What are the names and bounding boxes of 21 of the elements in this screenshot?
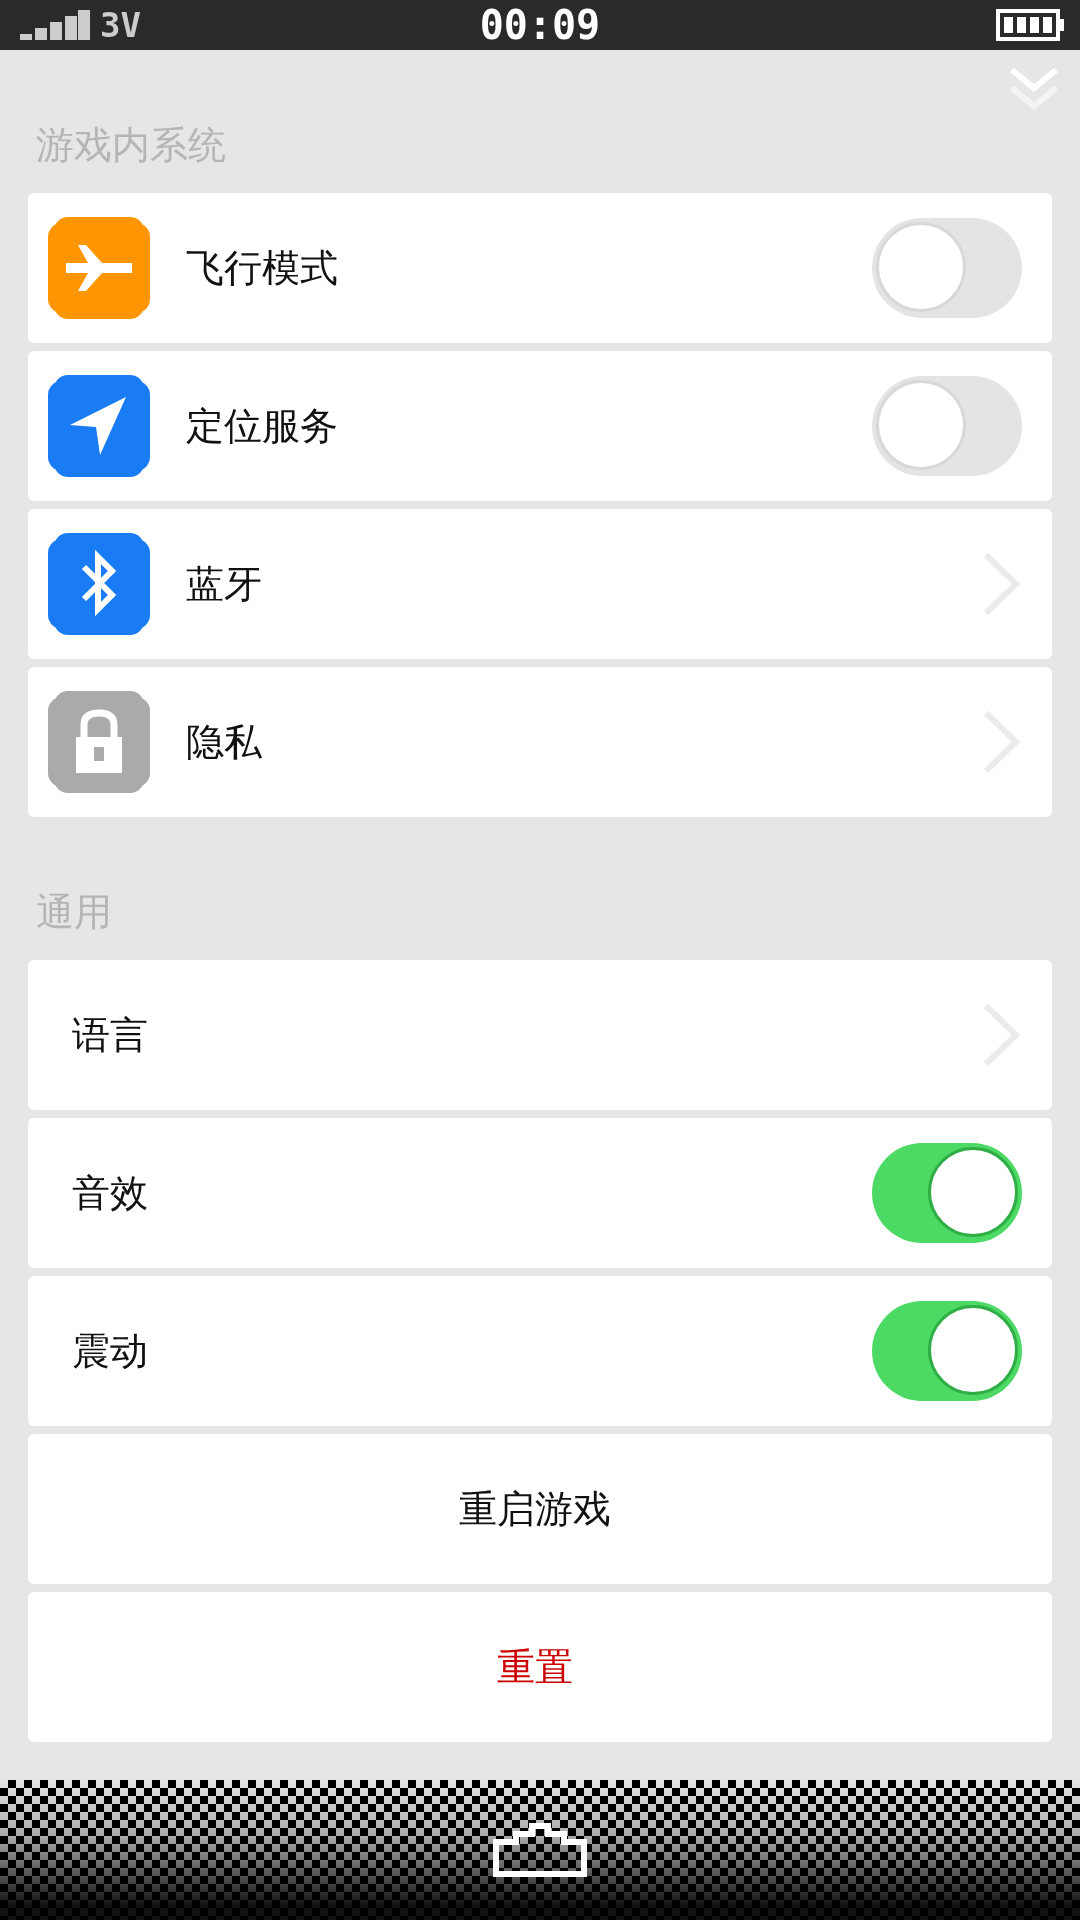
row-label: 震动 xyxy=(72,1327,149,1375)
home-button[interactable] xyxy=(492,1822,588,1878)
row-label: 蓝牙 xyxy=(186,560,263,608)
row-label: 音效 xyxy=(72,1169,149,1217)
reset-button[interactable]: 重置 xyxy=(28,1592,1052,1742)
settings-row[interactable]: 隐私 xyxy=(28,667,1052,817)
settings-row[interactable]: 飞行模式 xyxy=(28,193,1052,343)
row-label: 定位服务 xyxy=(186,402,339,450)
settings-row[interactable]: 音效 xyxy=(28,1118,1052,1268)
network-type: 3V xyxy=(100,5,141,45)
clock: 00:09 xyxy=(479,2,601,48)
battery-icon xyxy=(996,9,1066,41)
settings-row[interactable]: 语言 xyxy=(28,960,1052,1110)
row-label: 语言 xyxy=(72,1011,149,1059)
row-label: 飞行模式 xyxy=(186,244,339,292)
settings-row[interactable]: 定位服务 xyxy=(28,351,1052,501)
signal-icon xyxy=(20,10,90,40)
restart-button[interactable]: 重启游戏 xyxy=(28,1434,1052,1584)
settings-row[interactable]: 蓝牙 xyxy=(28,509,1052,659)
settings-row[interactable]: 震动 xyxy=(28,1276,1052,1426)
row-label: 隐私 xyxy=(186,718,263,766)
